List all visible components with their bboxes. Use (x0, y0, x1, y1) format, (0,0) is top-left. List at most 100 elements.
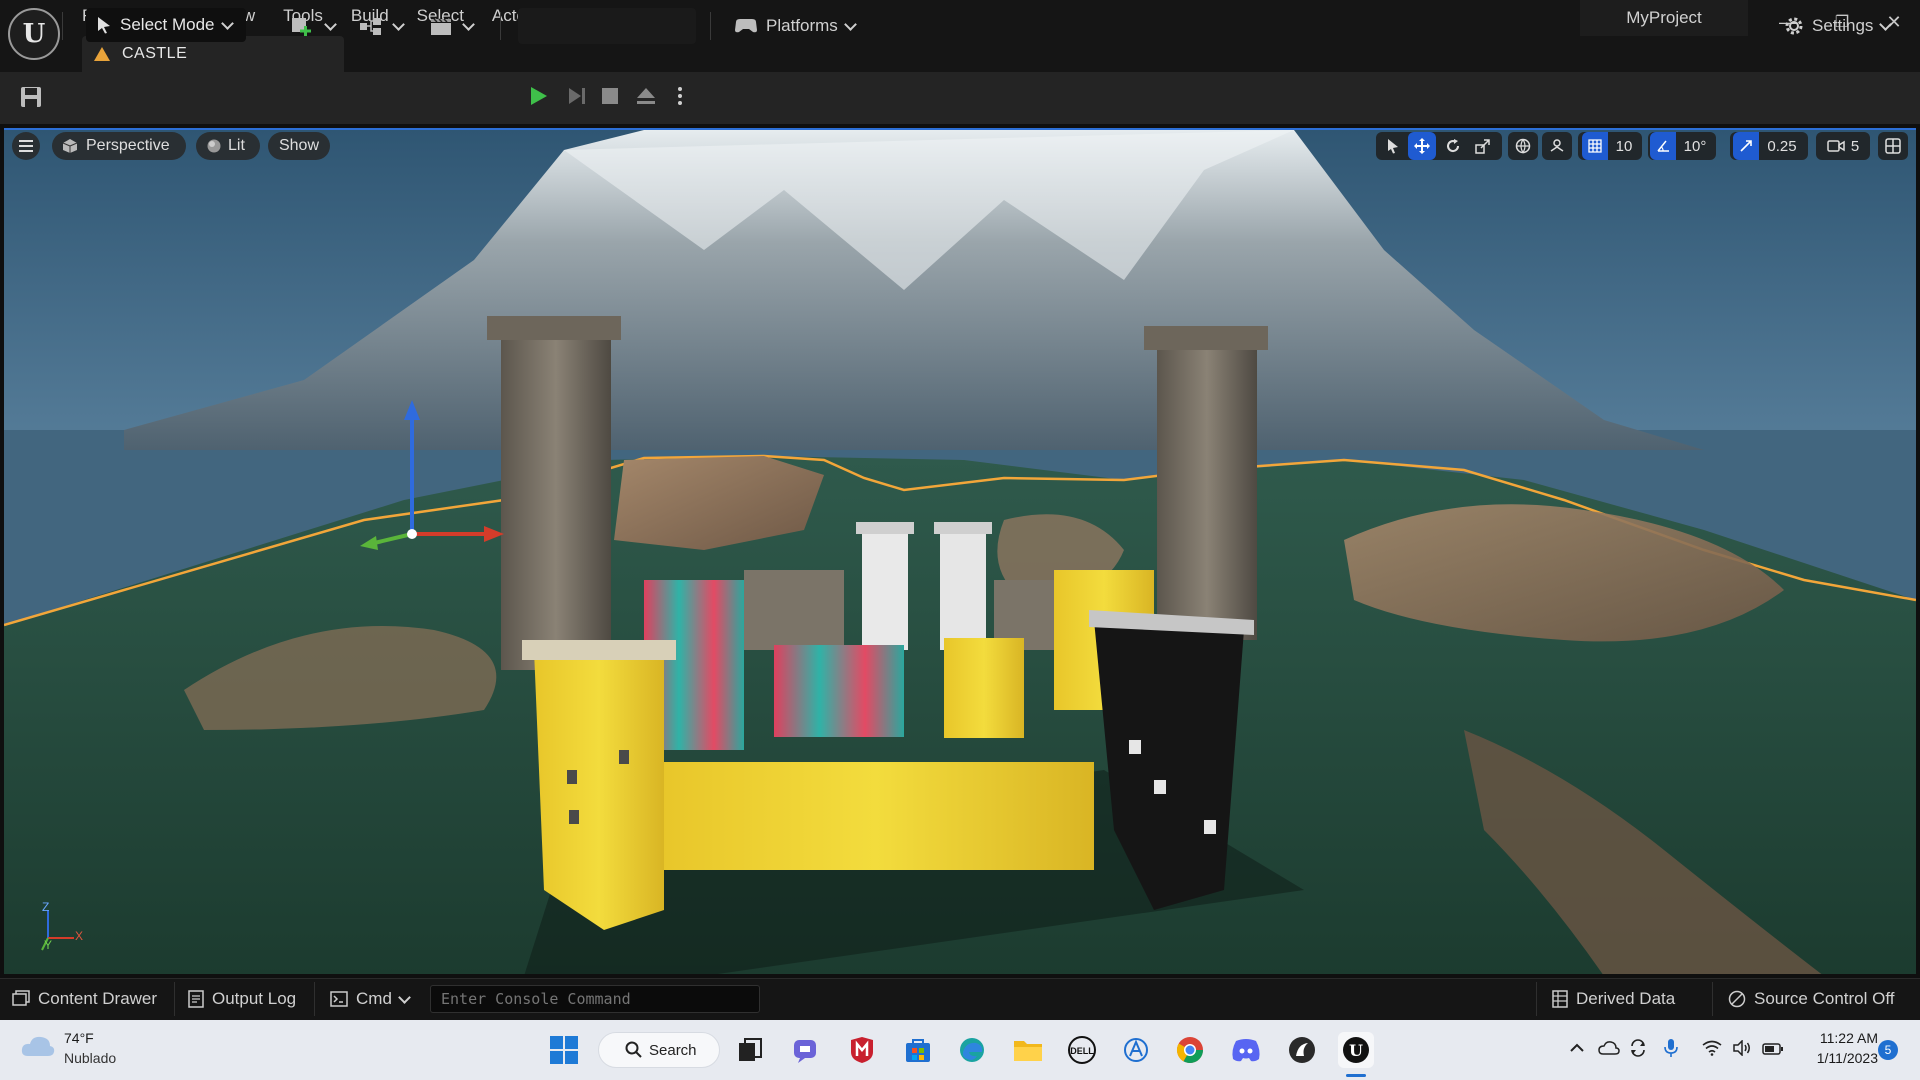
select-mode-label: Select Mode (120, 15, 215, 34)
play-icon[interactable] (526, 84, 550, 113)
level-tab-label: CASTLE (122, 45, 188, 62)
onedrive-icon[interactable] (1598, 1040, 1620, 1061)
svg-text:U: U (1349, 1041, 1363, 1060)
weather-desc: Nublado (64, 1050, 117, 1066)
file-explorer-icon[interactable] (1010, 1032, 1046, 1068)
logo-glyph: U (22, 19, 46, 49)
viewport-options-button[interactable] (12, 132, 40, 160)
chevron-down-icon (1879, 17, 1893, 31)
notification-badge[interactable]: 5 (1878, 1040, 1898, 1060)
scene-render[interactable] (4, 130, 1916, 974)
search-label: Search (649, 1041, 697, 1059)
cursor-icon (98, 17, 110, 34)
show-button[interactable]: Show (268, 132, 330, 160)
viewport-layout-icon[interactable] (1878, 132, 1908, 160)
gear-icon (1785, 17, 1803, 35)
hamburger-icon (19, 140, 33, 152)
rotate-tool-icon[interactable] (1440, 132, 1466, 160)
cmd-dropdown[interactable]: Cmd (330, 978, 411, 1020)
cloud-icon (21, 1036, 55, 1056)
windows-start-icon[interactable] (546, 1032, 582, 1068)
source-control-button[interactable]: Source Control Off (1728, 978, 1894, 1020)
chevron-down-icon (462, 17, 475, 31)
sync-icon[interactable] (1628, 1038, 1648, 1063)
edge-browser-icon[interactable] (954, 1032, 990, 1068)
stop-icon[interactable] (600, 86, 620, 111)
select-mode-dropdown[interactable]: Select Mode (86, 8, 246, 42)
chevron-down-icon (392, 17, 405, 31)
terminal-icon (330, 991, 348, 1007)
active-app-indicator (1346, 1074, 1366, 1077)
axis-y-label: Y (44, 938, 53, 952)
battery-icon[interactable] (1762, 1042, 1784, 1060)
surface-snap-icon[interactable] (1542, 132, 1572, 160)
axis-x-label: X (75, 929, 84, 943)
save-icon[interactable] (20, 86, 42, 108)
output-log-label: Output Log (212, 989, 297, 1008)
blueprint-button[interactable] (358, 8, 405, 44)
unreal-editor-taskbar-icon[interactable]: U (1338, 1032, 1374, 1068)
scale-snap-value: 0.25 (1767, 137, 1797, 155)
weather-widget[interactable] (20, 1032, 56, 1065)
main-toolbar (0, 72, 1920, 124)
level-viewport[interactable] (4, 128, 1916, 974)
advance-frame-icon[interactable] (564, 84, 588, 113)
angle-icon (1649, 132, 1676, 160)
search-icon (625, 1041, 642, 1058)
toolbar-separator (500, 12, 501, 40)
platforms-button[interactable]: Platforms (732, 8, 857, 44)
cinematics-button[interactable] (428, 8, 475, 44)
add-content-button[interactable] (290, 8, 337, 44)
microphone-icon[interactable] (1664, 1038, 1678, 1063)
teams-chat-icon[interactable] (788, 1032, 824, 1068)
chevron-down-icon (220, 16, 234, 30)
support-assist-icon[interactable] (1118, 1032, 1154, 1068)
chrome-browser-icon[interactable] (1172, 1032, 1208, 1068)
derived-data-label: Derived Data (1576, 989, 1676, 1008)
camera-speed-button[interactable]: 5 (1816, 132, 1870, 160)
svg-text:DELL: DELL (1070, 1046, 1094, 1056)
show-hidden-icons[interactable] (1568, 1040, 1586, 1061)
mcafee-icon[interactable] (844, 1032, 880, 1068)
world-space-icon[interactable] (1508, 132, 1538, 160)
scale-snap-icon (1733, 132, 1760, 160)
chevron-down-icon (324, 17, 337, 31)
wifi-icon[interactable] (1702, 1040, 1722, 1061)
statusbar-separator (314, 982, 315, 1016)
content-drawer-button[interactable]: Content Drawer (12, 978, 157, 1020)
scale-snap-toggle[interactable]: 0.25 (1730, 132, 1808, 160)
statusbar-separator (174, 982, 175, 1016)
microsoft-store-icon[interactable] (900, 1032, 936, 1068)
cube-icon (62, 139, 78, 153)
output-log-button[interactable]: Output Log (188, 978, 296, 1020)
clock-date[interactable]: 1/11/2023 (1798, 1050, 1878, 1066)
console-command-input[interactable] (430, 985, 760, 1013)
grid-snap-toggle[interactable]: 10 (1578, 132, 1642, 160)
rotation-snap-toggle[interactable]: 10° (1648, 132, 1716, 160)
settings-button[interactable]: Settings (1782, 8, 1893, 44)
epic-launcher-icon[interactable] (1284, 1032, 1320, 1068)
clock-time[interactable]: 11:22 AM (1798, 1030, 1878, 1046)
perspective-button[interactable]: Perspective (52, 132, 186, 160)
select-tool-icon[interactable] (1380, 132, 1406, 160)
chevron-down-icon (398, 990, 411, 1004)
perspective-label: Perspective (86, 137, 170, 154)
grid-icon (1581, 132, 1608, 160)
settings-label: Settings (1812, 16, 1874, 35)
taskbar-search[interactable]: Search (598, 1032, 720, 1068)
more-options-icon[interactable] (676, 84, 684, 113)
dell-app-icon[interactable]: DELL (1064, 1032, 1100, 1068)
source-control-off-icon (1728, 990, 1746, 1008)
scale-tool-icon[interactable] (1470, 132, 1496, 160)
discord-icon[interactable] (1228, 1032, 1264, 1068)
lit-mode-button[interactable]: Lit (196, 132, 260, 160)
play-controls (518, 8, 696, 44)
move-tool-icon[interactable] (1408, 132, 1436, 160)
unreal-logo-icon[interactable]: U (8, 8, 60, 60)
derived-data-button[interactable]: Derived Data (1552, 978, 1675, 1020)
toolbar-separator (710, 12, 711, 40)
volume-icon[interactable] (1732, 1039, 1752, 1061)
task-view-icon[interactable] (732, 1032, 768, 1068)
eject-icon[interactable] (634, 84, 658, 113)
platforms-label: Platforms (766, 16, 838, 35)
